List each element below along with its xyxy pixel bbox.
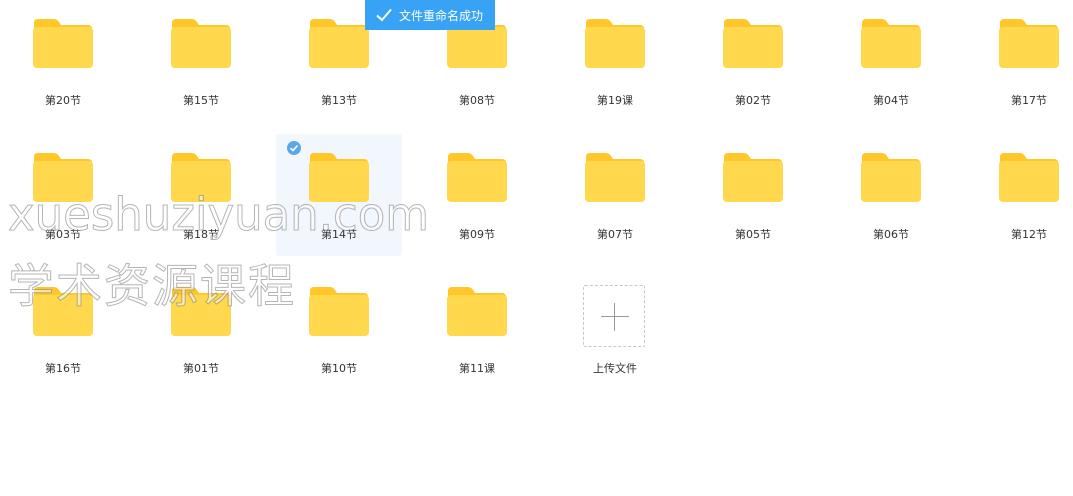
folder-name: 第07节 xyxy=(597,228,633,241)
folder-name: 第06节 xyxy=(873,228,909,241)
folder-name: 第04节 xyxy=(873,94,909,107)
folder-name: 第10节 xyxy=(321,362,357,375)
folder-icon xyxy=(32,287,94,337)
selected-check-icon[interactable] xyxy=(286,140,302,156)
folder-name: 第14节 xyxy=(321,228,357,241)
folder-name: 第18节 xyxy=(183,228,219,241)
folder-item[interactable]: 第05节 xyxy=(690,134,816,256)
checkmark-icon xyxy=(375,6,393,24)
folder-item[interactable]: 第06节 xyxy=(828,134,954,256)
folder-item[interactable]: 第09节 xyxy=(414,134,540,256)
folder-icon xyxy=(308,287,370,337)
folder-icon xyxy=(170,153,232,203)
folder-item[interactable]: 第15节 xyxy=(138,0,264,122)
folder-icon xyxy=(584,153,646,203)
folder-name: 第20节 xyxy=(45,94,81,107)
folder-icon xyxy=(584,19,646,69)
folder-item[interactable]: 第10节 xyxy=(276,268,402,390)
upload-file-tile[interactable]: 上传文件 xyxy=(552,268,678,390)
folder-item[interactable]: 第16节 xyxy=(0,268,126,390)
folder-icon xyxy=(32,153,94,203)
folder-name: 第03节 xyxy=(45,228,81,241)
folder-icon xyxy=(308,19,370,69)
folder-name: 第02节 xyxy=(735,94,771,107)
folder-name: 第19课 xyxy=(597,94,633,107)
folder-icon xyxy=(170,287,232,337)
folder-item[interactable]: 第04节 xyxy=(828,0,954,122)
file-grid-view: 第20节 第15节 第13节 第08节 第19课 第02节 第04节 第17节第03节 第18节… xyxy=(0,0,1073,496)
folder-name: 第12节 xyxy=(1011,228,1047,241)
folder-name: 第05节 xyxy=(735,228,771,241)
folder-item[interactable]: 第02节 xyxy=(690,0,816,122)
folder-item[interactable]: 第20节 xyxy=(0,0,126,122)
folder-item[interactable]: 第18节 xyxy=(138,134,264,256)
folder-item[interactable]: 第17节 xyxy=(966,0,1073,122)
folder-name: 第11课 xyxy=(459,362,495,375)
folder-item[interactable]: 第03节 xyxy=(0,134,126,256)
folder-icon xyxy=(308,153,370,203)
folder-item[interactable]: 第11课 xyxy=(414,268,540,390)
folder-icon xyxy=(446,287,508,337)
folder-name: 第09节 xyxy=(459,228,495,241)
folder-icon xyxy=(998,153,1060,203)
folder-item[interactable]: 第14节 xyxy=(276,134,402,256)
folder-name: 第16节 xyxy=(45,362,81,375)
folder-name: 第15节 xyxy=(183,94,219,107)
folder-name: 第08节 xyxy=(459,94,495,107)
folder-icon xyxy=(860,153,922,203)
folder-icon xyxy=(170,19,232,69)
folder-item[interactable]: 第12节 xyxy=(966,134,1073,256)
upload-button[interactable] xyxy=(583,285,645,347)
folder-name: 第17节 xyxy=(1011,94,1047,107)
upload-label: 上传文件 xyxy=(593,362,637,375)
toast-text: 文件重命名成功 xyxy=(399,8,484,23)
folder-item[interactable]: 第07节 xyxy=(552,134,678,256)
folder-icon xyxy=(860,19,922,69)
folder-item[interactable]: 第01节 xyxy=(138,268,264,390)
folder-icon xyxy=(446,153,508,203)
folder-name: 第01节 xyxy=(183,362,219,375)
folder-name: 第13节 xyxy=(321,94,357,107)
folder-icon xyxy=(722,19,784,69)
folder-icon xyxy=(998,19,1060,69)
folder-icon xyxy=(722,153,784,203)
folder-item[interactable]: 第19课 xyxy=(552,0,678,122)
rename-success-toast: 文件重命名成功 xyxy=(365,0,495,30)
folder-icon xyxy=(32,19,94,69)
